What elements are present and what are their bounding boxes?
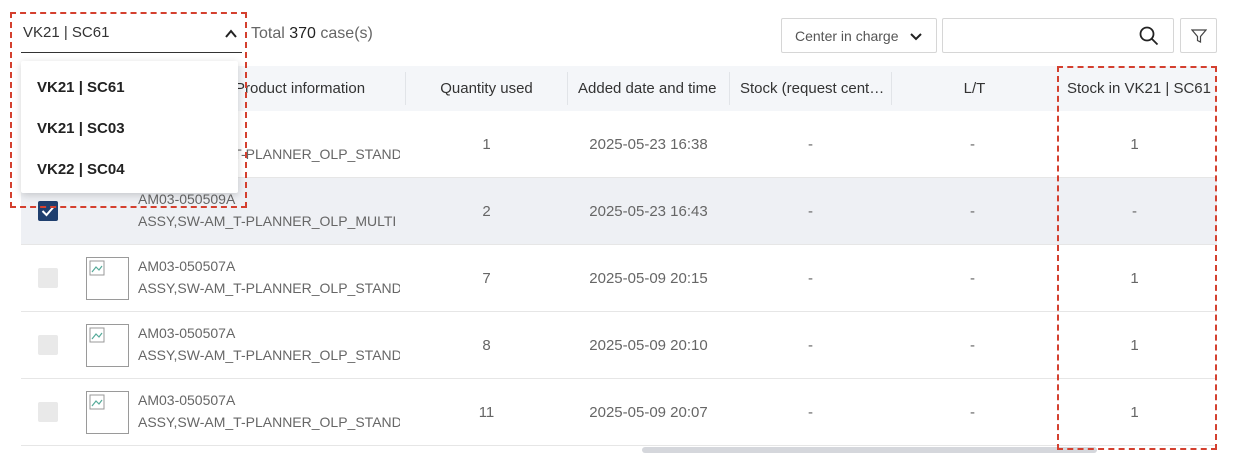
quantity-cell: 1: [482, 136, 491, 153]
header-stock-request[interactable]: Stock (request center): [740, 66, 886, 111]
product-code: AM03-050507A: [138, 392, 236, 408]
stock-request-cell: -: [808, 203, 813, 220]
header-added[interactable]: Added date and time: [578, 66, 722, 111]
quantity-cell: 8: [482, 337, 491, 354]
header-separator: [567, 72, 568, 105]
search-input[interactable]: [951, 25, 1131, 47]
product-thumbnail: [86, 391, 129, 434]
filter-button[interactable]: [1180, 18, 1217, 53]
product-code: AM03-050507A: [138, 325, 236, 341]
broken-image-icon: [89, 394, 105, 410]
header-information[interactable]: Product information: [235, 66, 405, 111]
broken-image-icon: [89, 327, 105, 343]
product-thumbnail: [86, 324, 129, 367]
table-row[interactable]: AM03-050507A ASSY,SW-AM_T-PLANNER_OLP_ST…: [21, 379, 1217, 446]
table-row[interactable]: AM03-050507A ASSY,SW-AM_T-PLANNER_OLP_ST…: [21, 312, 1217, 379]
center-in-charge-dropdown[interactable]: Center in charge: [781, 18, 937, 53]
horizontal-scrollbar[interactable]: [642, 447, 1097, 453]
stock-column-highlight-box: [1057, 66, 1217, 450]
lt-cell: -: [970, 337, 975, 354]
added-cell: 2025-05-23 16:38: [589, 136, 708, 153]
added-cell: 2025-05-23 16:43: [589, 203, 708, 220]
header-separator: [729, 72, 730, 105]
table-row[interactable]: AM03-050507A ASSY,SW-AM_T-PLANNER_OLP_ST…: [21, 245, 1217, 312]
stock-request-cell: -: [808, 270, 813, 287]
stock-request-cell: -: [808, 337, 813, 354]
quantity-cell: 11: [478, 404, 495, 421]
chevron-down-icon: [910, 33, 922, 41]
product-desc: ASSY,SW-AM_T-PLANNER_OLP_STANDARD: [138, 414, 400, 430]
row-checkbox[interactable]: [38, 335, 58, 355]
total-suffix: case(s): [315, 25, 373, 42]
row-checkbox[interactable]: [38, 268, 58, 288]
added-cell: 2025-05-09 20:07: [589, 404, 708, 421]
stock-request-cell: -: [808, 404, 813, 421]
product-desc: ASSY,SW-AM_T-PLANNER_OLP_MULTI: [138, 213, 397, 229]
total-prefix: Total: [251, 25, 290, 42]
center-in-charge-label: Center in charge: [795, 28, 899, 44]
lt-cell: -: [970, 203, 975, 220]
product-desc: ASSY,SW-AM_T-PLANNER_OLP_STANDARD: [138, 347, 400, 363]
lt-cell: -: [970, 136, 975, 153]
broken-image-icon: [89, 260, 105, 276]
added-cell: 2025-05-09 20:15: [589, 270, 708, 287]
quantity-cell: 7: [482, 270, 491, 287]
filter-icon: [1191, 29, 1207, 43]
search-icon[interactable]: [1139, 26, 1159, 46]
dropdown-highlight-box: [10, 12, 247, 208]
product-desc: ASSY,SW-AM_T-PLANNER_OLP_STANDARD: [138, 280, 400, 296]
product-code: AM03-050507A: [138, 258, 236, 274]
stock-request-cell: -: [808, 136, 813, 153]
quantity-cell: 2: [482, 203, 491, 220]
total-count: Total 370 case(s): [251, 25, 373, 43]
product-thumbnail: [86, 257, 129, 300]
search-field[interactable]: [942, 18, 1174, 53]
header-lt[interactable]: L/T: [892, 66, 1057, 111]
row-checkbox[interactable]: [38, 402, 58, 422]
lt-cell: -: [970, 404, 975, 421]
header-quantity[interactable]: Quantity used: [406, 66, 567, 111]
added-cell: 2025-05-09 20:10: [589, 337, 708, 354]
lt-cell: -: [970, 270, 975, 287]
total-number: 370: [289, 25, 316, 42]
